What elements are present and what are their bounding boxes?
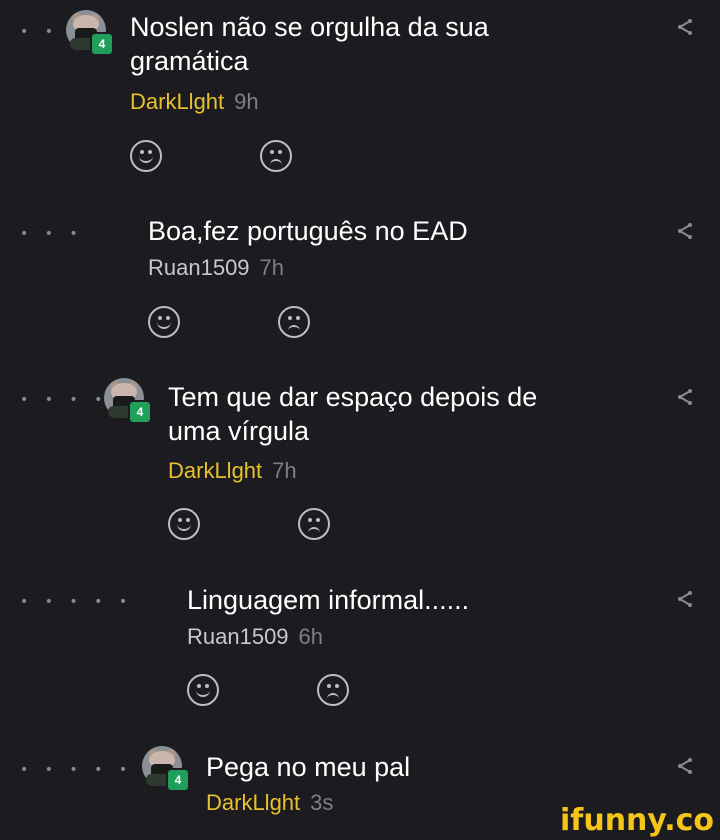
thread-depth-dots: • • • • • • — [20, 762, 158, 778]
smile-icon[interactable] — [168, 508, 200, 540]
level-badge: 4 — [128, 400, 152, 424]
comment-text: Tem que dar espaço depois de uma vírgula — [168, 382, 538, 446]
thread-depth-dots: • • — [20, 24, 59, 40]
share-icon[interactable] — [676, 757, 694, 775]
comment-meta: DarkLlght 3s — [206, 790, 333, 816]
frown-icon[interactable] — [317, 674, 349, 706]
thread-depth-dots: • • • • — [20, 392, 109, 408]
timestamp: 7h — [272, 458, 297, 483]
thread-depth-dots: • • • • • — [20, 594, 134, 610]
author-name[interactable]: DarkLlght — [168, 458, 262, 483]
avatar[interactable]: 4 — [66, 10, 114, 56]
smile-icon[interactable] — [130, 140, 162, 172]
share-icon[interactable] — [676, 590, 694, 608]
avatar[interactable]: 4 — [104, 378, 152, 424]
author-name[interactable]: Ruan1509 — [187, 624, 289, 649]
frown-icon[interactable] — [298, 508, 330, 540]
comment-text: Linguagem informal...... — [187, 585, 470, 615]
comment-meta: Ruan1509 7h — [148, 255, 284, 281]
level-badge: 4 — [90, 32, 114, 56]
level-badge: 4 — [166, 768, 190, 792]
author-name[interactable]: Ruan1509 — [148, 255, 250, 280]
avatar[interactable]: 4 — [142, 746, 190, 792]
share-icon[interactable] — [676, 388, 694, 406]
frown-icon[interactable] — [278, 306, 310, 338]
comment-text: Boa,fez português no EAD — [148, 216, 468, 246]
frown-icon[interactable] — [260, 140, 292, 172]
share-icon[interactable] — [676, 222, 694, 240]
comment-meta: DarkLlght 7h — [168, 458, 297, 484]
timestamp: 7h — [259, 255, 285, 280]
comment-meta: Ruan1509 6h — [187, 624, 323, 650]
ifunny-watermark: ifunny.co — [560, 803, 714, 838]
comment-text: Pega no meu pal — [206, 752, 411, 782]
timestamp: 3s — [310, 790, 334, 815]
timestamp: 9h — [234, 89, 259, 114]
share-icon[interactable] — [676, 18, 694, 36]
smile-icon[interactable] — [148, 306, 180, 338]
smile-icon[interactable] — [187, 674, 219, 706]
comment-text: Noslen não se orgulha da sua gramática — [130, 12, 489, 76]
timestamp: 6h — [298, 624, 324, 649]
comment-meta: DarkLlght 9h — [130, 89, 259, 115]
thread-depth-dots: • • • — [20, 226, 84, 242]
author-name[interactable]: DarkLlght — [206, 790, 300, 815]
author-name[interactable]: DarkLlght — [130, 89, 224, 114]
